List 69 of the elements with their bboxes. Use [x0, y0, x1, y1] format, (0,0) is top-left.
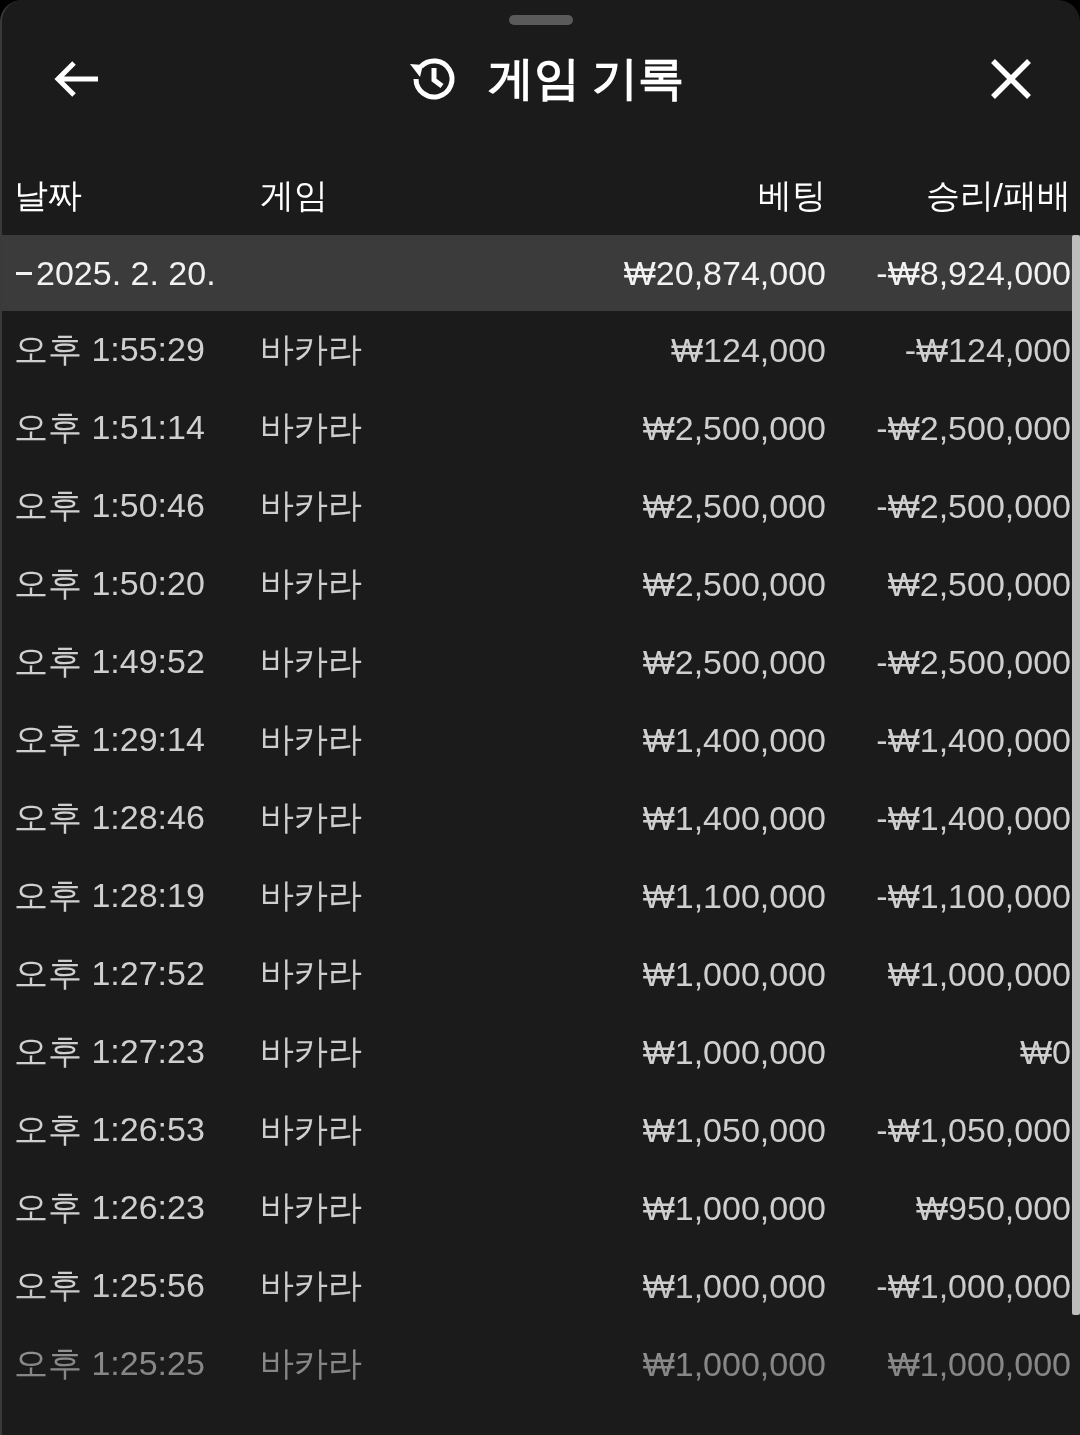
table-cell-text: 바카라	[260, 953, 362, 994]
table-cell-text: 오후 1:27:52	[14, 953, 205, 994]
table-cell-text: 오후 1:51:14	[14, 407, 205, 448]
total-result: -₩8,924,000	[876, 253, 1071, 293]
table-cell: ₩1,000,000	[642, 954, 826, 994]
table-cell: ₩950,000	[916, 1188, 1071, 1228]
table-cell-text: 오후 1:29:14	[14, 719, 205, 760]
table-cell-text: 오후 1:26:23	[14, 1187, 205, 1228]
window-title: 게임 기록	[487, 51, 685, 106]
table-cell-text: 바카라	[260, 797, 362, 838]
column-header: 날짜	[14, 175, 82, 216]
table-cell: -₩1,400,000	[876, 798, 1071, 838]
table-cell: ₩0	[1020, 1032, 1071, 1072]
table-cell-text: 오후 1:25:56	[14, 1265, 205, 1306]
table-cell: ₩1,000,000	[642, 1344, 826, 1384]
scrollbar[interactable]	[1072, 235, 1080, 1315]
table-cell: ₩1,050,000	[642, 1110, 826, 1150]
table-cell-text: 바카라	[260, 1343, 362, 1384]
table-cell: -₩2,500,000	[876, 642, 1071, 682]
table-cell-text: 오후 1:28:46	[14, 797, 205, 838]
table-cell: -₩1,100,000	[876, 876, 1071, 916]
table-cell: ₩2,500,000	[642, 408, 826, 448]
table-cell-text: 오후 1:50:46	[14, 485, 205, 526]
table-cell-text: 바카라	[260, 641, 362, 682]
total-bet: ₩20,874,000	[623, 253, 826, 293]
table-cell-text: 바카라	[260, 719, 362, 760]
table-cell-text: 바카라	[260, 1031, 362, 1072]
table-cell-text: 바카라	[260, 329, 362, 370]
table-cell: ₩1,000,000	[642, 1266, 826, 1306]
column-header: 게임	[260, 175, 328, 216]
table-cell-text: 오후 1:49:52	[14, 641, 205, 682]
table-cell: ₩1,000,000	[642, 1032, 826, 1072]
table-cell: -₩1,400,000	[876, 720, 1071, 760]
table-cell-text: 오후 1:28:19	[14, 875, 205, 916]
table-cell-text: 오후 1:26:53	[14, 1109, 205, 1150]
table-cell: ₩2,500,000	[642, 486, 826, 526]
table-cell-text: 바카라	[260, 1187, 362, 1228]
table-cell-text: 오후 1:55:29	[14, 329, 205, 370]
table-cell-text: 바카라	[260, 1265, 362, 1306]
table-cell: ₩1,400,000	[642, 798, 826, 838]
table-cell-text: 바카라	[260, 407, 362, 448]
table-cell-text: 오후 1:25:25	[14, 1343, 205, 1384]
group-date: 2025. 2. 20.	[36, 253, 216, 293]
table-cell-text: 오후 1:27:23	[14, 1031, 205, 1072]
table-cell: -₩124,000	[904, 330, 1071, 370]
table-cell: ₩2,500,000	[642, 642, 826, 682]
close-button[interactable]	[990, 58, 1032, 100]
close-icon	[990, 58, 1032, 100]
table-cell: ₩124,000	[671, 330, 826, 370]
table-cell-text: 바카라	[260, 485, 362, 526]
table-cell-text: 바카라	[260, 563, 362, 604]
drag-handle[interactable]	[509, 15, 573, 25]
table-cell: -₩2,500,000	[876, 408, 1071, 448]
table-cell: ₩1,000,000	[642, 1188, 826, 1228]
history-icon	[407, 55, 458, 103]
table-cell: ₩1,100,000	[642, 876, 826, 916]
table-cell: -₩1,000,000	[876, 1266, 1071, 1306]
table-cell-text: 바카라	[260, 1109, 362, 1150]
table-cell: ₩2,500,000	[642, 564, 826, 604]
table-cell-text: 오후 1:50:20	[14, 563, 205, 604]
column-header: 승리/패배	[925, 175, 1071, 216]
table-cell: -₩2,500,000	[876, 486, 1071, 526]
column-header: 베팅	[758, 175, 826, 216]
table-cell: ₩2,500,000	[887, 564, 1071, 604]
table-cell: ₩1,000,000	[887, 954, 1071, 994]
table-cell: -₩1,050,000	[876, 1110, 1071, 1150]
table-cell-text: 바카라	[260, 875, 362, 916]
table-cell: ₩1,000,000	[887, 1344, 1071, 1384]
table-cell: ₩1,400,000	[642, 720, 826, 760]
